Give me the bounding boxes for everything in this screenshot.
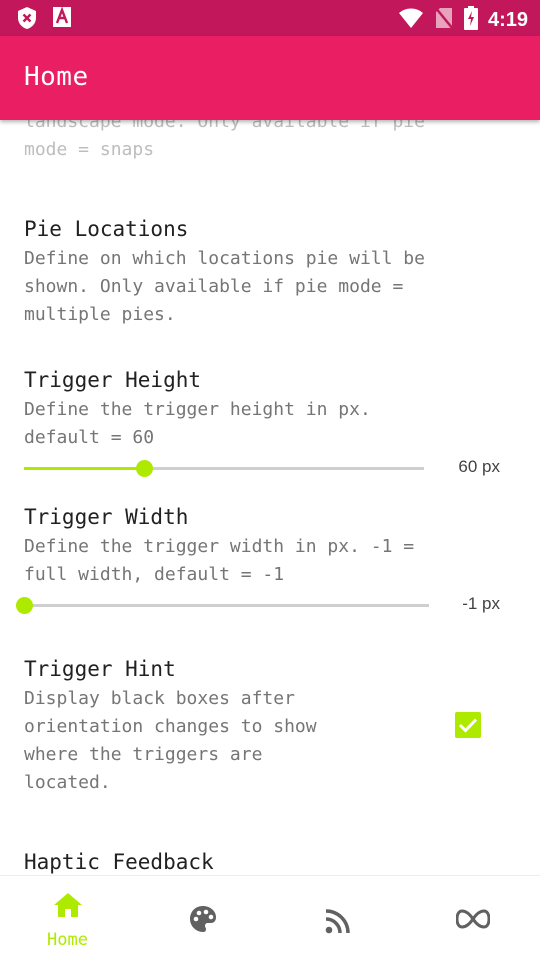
- home-icon: [53, 892, 83, 922]
- rss-icon: [325, 908, 351, 938]
- nav-item-feed[interactable]: [270, 876, 405, 961]
- shield-close-icon: [16, 6, 38, 34]
- status-bar-notification-icons: [16, 6, 72, 34]
- bottom-navigation: Home: [0, 875, 540, 961]
- pref-title: Pie Locations: [24, 217, 189, 241]
- no-sim-icon: [434, 6, 454, 34]
- pref-title: Trigger Hint: [24, 657, 176, 681]
- pref-partial-summary: landscape mode. Only available if pie mo…: [24, 120, 425, 160]
- nav-item-home[interactable]: Home: [0, 876, 135, 961]
- slider-value-label: 60 px: [458, 457, 500, 476]
- pref-pie-mode-partial[interactable]: landscape mode. Only available if pie mo…: [24, 120, 516, 164]
- trigger-height-slider-row: 60 px: [24, 453, 516, 483]
- pref-summary: Define the trigger height in px. default…: [24, 399, 371, 448]
- nav-item-about[interactable]: [405, 876, 540, 961]
- pref-trigger-hint[interactable]: Trigger Hint Display black boxes after o…: [24, 655, 516, 797]
- pref-trigger-width[interactable]: Trigger Width Define the trigger width i…: [24, 503, 516, 589]
- pref-summary: Display black boxes after orientation ch…: [24, 688, 317, 793]
- trigger-hint-checkbox[interactable]: [455, 712, 481, 738]
- trigger-height-slider-thumb[interactable]: [136, 460, 153, 477]
- pref-title: Haptic Feedback: [24, 850, 214, 874]
- pref-title: Trigger Height: [24, 368, 202, 392]
- trigger-width-slider-row: -1 px: [16, 590, 508, 620]
- app-bar: Home: [0, 36, 540, 120]
- pref-haptic-feedback[interactable]: Haptic Feedback: [24, 848, 516, 875]
- wifi-icon: [398, 7, 424, 33]
- palette-icon: [188, 904, 218, 938]
- status-bar: 4:19: [0, 0, 540, 36]
- settings-list[interactable]: landscape mode. Only available if pie mo…: [0, 120, 540, 875]
- slider-fill: [24, 467, 144, 470]
- status-bar-system-icons: 4:19: [398, 6, 528, 34]
- slider-track[interactable]: [16, 604, 429, 607]
- nav-item-theme[interactable]: [135, 876, 270, 961]
- check-icon: [458, 718, 478, 733]
- pref-pie-locations[interactable]: Pie Locations Define on which locations …: [24, 215, 516, 329]
- pref-summary: Define the trigger width in px. -1 = ful…: [24, 536, 415, 585]
- pref-title: Trigger Width: [24, 505, 189, 529]
- battery-charging-icon: [463, 6, 478, 34]
- slider-value-label: -1 px: [462, 594, 500, 613]
- nav-item-label: Home: [47, 930, 88, 950]
- pref-summary: Define on which locations pie will be sh…: [24, 248, 425, 325]
- status-bar-time: 4:19: [487, 8, 528, 31]
- page-title: Home: [24, 62, 89, 92]
- trigger-width-slider-thumb[interactable]: [16, 597, 33, 614]
- pref-trigger-height[interactable]: Trigger Height Define the trigger height…: [24, 366, 516, 452]
- app-a-icon: [52, 6, 72, 34]
- infinity-icon: [454, 908, 491, 934]
